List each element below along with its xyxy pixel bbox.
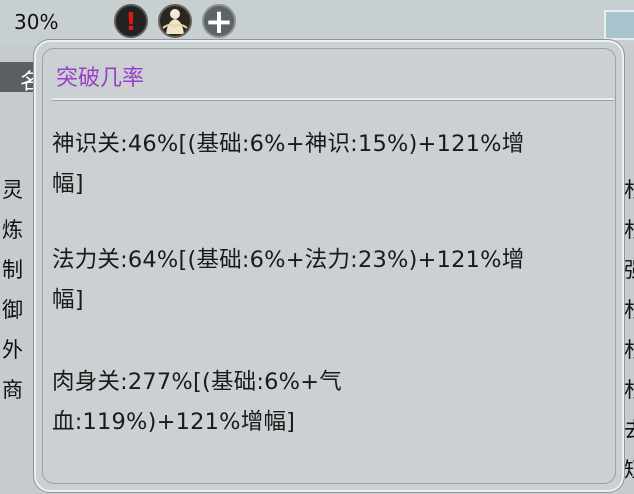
cultivator-avatar-icon[interactable] [158,4,192,38]
background-right-item: 杉 [624,334,634,364]
background-tab[interactable]: 名 [0,62,34,92]
body-line-cont: 血:119%)+121%增幅] [52,409,296,435]
add-button[interactable]: + [202,2,236,42]
breakthrough-tooltip: 突破几率 神识关:46%[(基础:6%+神识:15%)+121%增 幅] 法力关… [33,39,625,493]
divine-sense-line-cont: 幅] [52,171,84,197]
body-line: 肉身关:277%[(基础:6%+气 [52,369,342,395]
background-right-item: 杉 [624,294,634,324]
alert-glyph: ! [125,7,137,36]
background-tab-label: 名 [20,70,34,92]
background-left-item: 御 [2,298,23,322]
background-right-item: 杉 [624,374,634,404]
corner-tile[interactable] [604,10,634,40]
background-left-item: 外 [2,338,23,362]
plus-glyph: + [204,2,234,42]
alert-icon[interactable]: ! [114,4,148,38]
background-left-item: 商 [2,378,23,402]
background-right-item: 去 [624,414,634,444]
progress-percent: 30% [14,10,59,34]
title-divider [52,98,614,101]
background-right-item: 短 [624,454,634,484]
divine-sense-line: 神识关:46%[(基础:6%+神识:15%)+121%增 [52,131,525,157]
mana-line: 法力关:64%[(基础:6%+法力:23%)+121%增 [52,247,525,273]
background-left-item: 炼 [2,218,23,242]
cultivator-figure-icon [162,9,188,34]
background-right-item: 杉 [624,214,634,244]
mana-line-cont: 幅] [52,287,84,313]
background-right-item: 强 [624,254,634,284]
background-right-item: 杉 [624,174,634,204]
background-left-item: 制 [2,258,23,282]
background-left-item: 灵 [2,178,23,202]
tooltip-title: 突破几率 [56,66,145,91]
